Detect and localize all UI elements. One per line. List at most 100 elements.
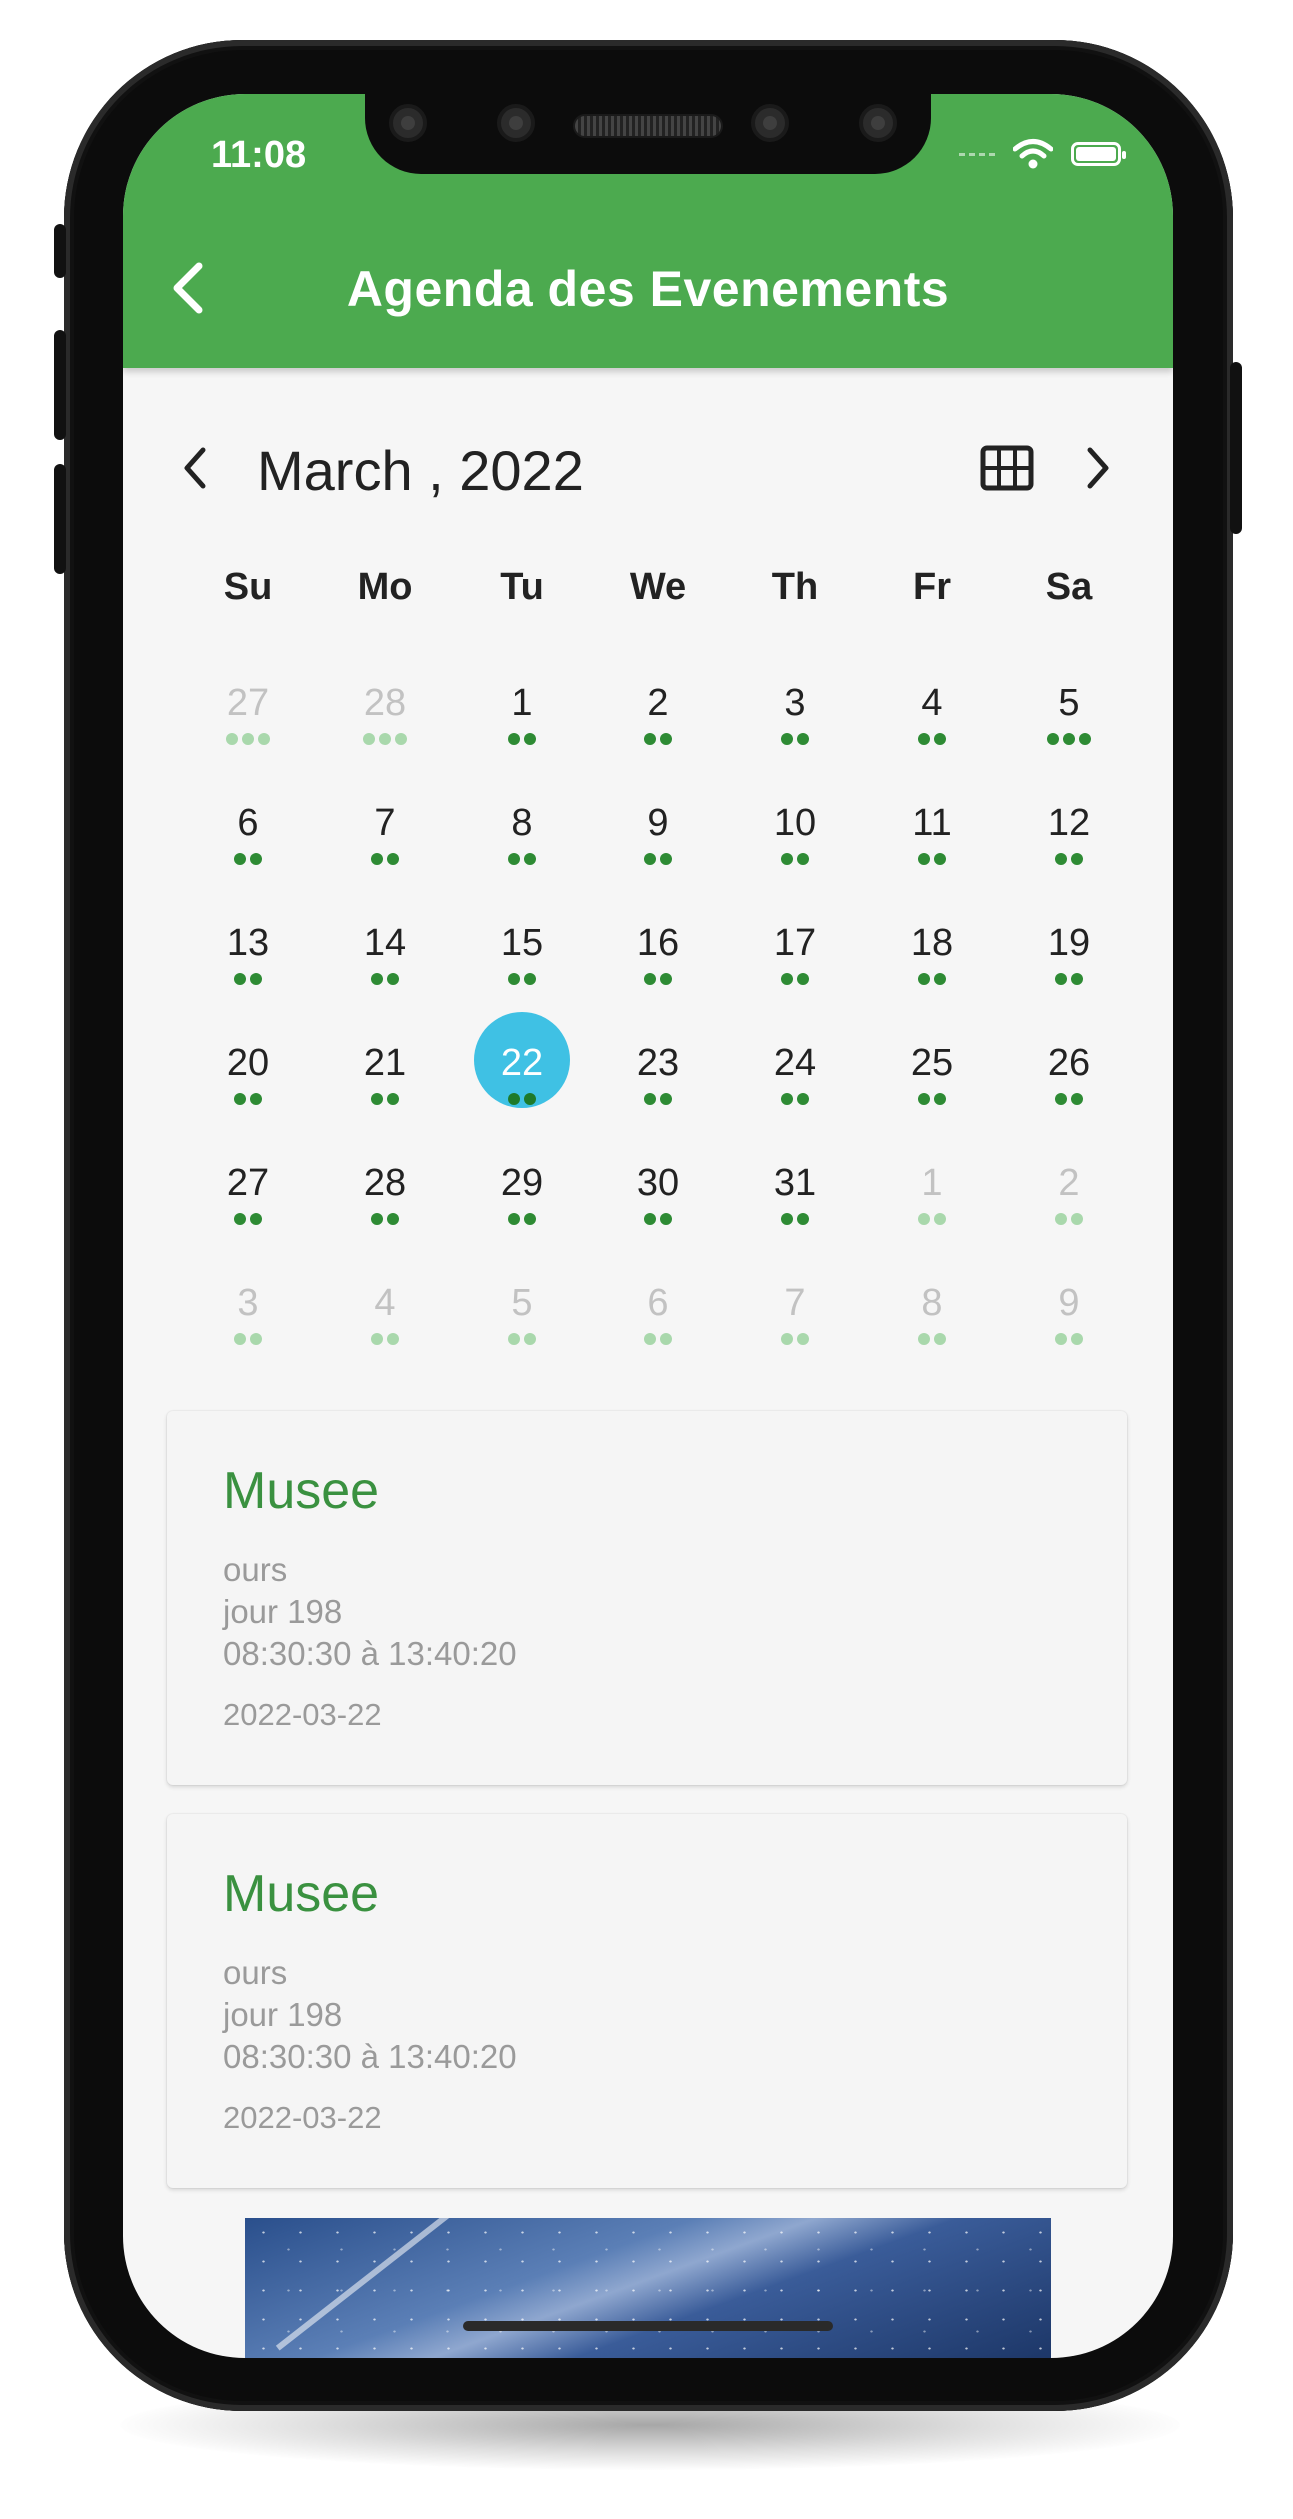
event-dot [1063, 733, 1075, 745]
day-number: 2 [647, 682, 669, 724]
event-dot [371, 1093, 383, 1105]
event-dot [660, 1333, 672, 1345]
event-markers [872, 1332, 992, 1350]
day-number: 13 [226, 922, 270, 964]
day-number: 14 [363, 922, 407, 964]
calendar-day[interactable]: 29 [462, 1162, 582, 1272]
calendar-day[interactable]: 24 [735, 1042, 855, 1152]
calendar-day[interactable]: 9 [1009, 1282, 1129, 1392]
day-number: 25 [910, 1042, 954, 1084]
calendar-day[interactable]: 7 [735, 1282, 855, 1392]
event-dot [250, 853, 262, 865]
calendar-day[interactable]: 25 [872, 1042, 992, 1152]
event-dot [780, 973, 793, 985]
event-dot [258, 733, 270, 745]
power-button [1230, 362, 1242, 534]
calendar-day[interactable]: 12 [1009, 802, 1129, 912]
day-number: 11 [912, 802, 952, 844]
calendar-day[interactable]: 13 [188, 922, 308, 1032]
event-dot [918, 1213, 930, 1225]
calendar-day[interactable]: 28 [325, 1162, 445, 1272]
calendar-day[interactable]: 2 [1009, 1162, 1129, 1272]
event-markers [1009, 972, 1129, 990]
day-number: 26 [1047, 1042, 1091, 1084]
day-number: 27 [226, 682, 270, 724]
event-card[interactable]: Musee ours jour 198 08:30:30 à 13:40:20 … [167, 1411, 1127, 1785]
calendar-day[interactable]: 4 [325, 1282, 445, 1392]
event-dot [524, 1333, 536, 1345]
event-dot [250, 1093, 262, 1105]
event-dot [660, 733, 672, 745]
day-number: 18 [910, 922, 954, 964]
event-dot [524, 1093, 536, 1105]
calendar-day[interactable]: 9 [598, 802, 718, 912]
event-markers [1009, 852, 1129, 870]
event-image[interactable] [245, 2218, 1051, 2358]
day-number: 21 [363, 1042, 407, 1084]
event-markers [872, 1212, 992, 1230]
event-card[interactable]: Musee ours jour 198 08:30:30 à 13:40:20 … [167, 1814, 1127, 2188]
event-markers [735, 1332, 855, 1350]
event-dot [934, 853, 946, 865]
calendar-day[interactable]: 11 [872, 802, 992, 912]
calendar-day[interactable]: 3 [735, 682, 855, 792]
page-title: Agenda des Evenements [346, 261, 950, 317]
calendar-day[interactable]: 1 [872, 1162, 992, 1272]
calendar-day[interactable]: 8 [462, 802, 582, 912]
event-dot [934, 1333, 946, 1345]
calendar-day[interactable]: 19 [1009, 922, 1129, 1032]
event-time-range: 08:30:30 à 13:40:20 [223, 1635, 517, 1672]
day-number: 7 [374, 802, 396, 844]
event-dot [1071, 1093, 1083, 1105]
day-number: 8 [511, 802, 533, 844]
calendar-day[interactable]: 10 [735, 802, 855, 912]
calendar-day[interactable]: 30 [598, 1162, 718, 1272]
calendar-day[interactable]: 14 [325, 922, 445, 1032]
event-markers [1009, 1092, 1129, 1110]
calendar-day[interactable]: 31 [735, 1162, 855, 1272]
calendar-day[interactable]: 27 [188, 682, 308, 792]
event-dot [934, 1213, 946, 1225]
event-markers [325, 1092, 445, 1110]
event-dot [780, 853, 793, 865]
calendar-day[interactable]: 16 [598, 922, 718, 1032]
calendar-day[interactable]: 7 [325, 802, 445, 912]
calendar-day[interactable]: 4 [872, 682, 992, 792]
calendar-day-selected[interactable]: 22 [462, 1012, 582, 1152]
event-dot [660, 1093, 672, 1105]
day-number: 6 [237, 802, 259, 844]
calendar-day[interactable]: 26 [1009, 1042, 1129, 1152]
calendar-day[interactable]: 17 [735, 922, 855, 1032]
day-number: 24 [773, 1042, 817, 1084]
event-markers [872, 1092, 992, 1110]
event-subtitle: ours [223, 1551, 288, 1588]
event-markers [325, 852, 445, 870]
event-dot [250, 1333, 262, 1345]
calendar-day[interactable]: 21 [325, 1042, 445, 1152]
home-indicator[interactable] [463, 2321, 833, 2331]
event-dot [1055, 1213, 1067, 1225]
event-dot [796, 1093, 809, 1105]
calendar-day[interactable]: 5 [462, 1282, 582, 1392]
calendar-day[interactable]: 1 [462, 682, 582, 792]
day-number: 19 [1047, 922, 1091, 964]
calendar-day[interactable]: 18 [872, 922, 992, 1032]
event-markers [325, 972, 445, 990]
calendar-day[interactable]: 8 [872, 1282, 992, 1392]
event-markers [325, 1212, 445, 1230]
event-dot [918, 733, 930, 745]
calendar-day[interactable]: 23 [598, 1042, 718, 1152]
event-markers [462, 732, 582, 750]
calendar-day[interactable]: 3 [188, 1282, 308, 1392]
calendar-day[interactable]: 2 [598, 682, 718, 792]
event-dot [387, 973, 399, 985]
calendar-day[interactable]: 6 [188, 802, 308, 912]
calendar-day[interactable]: 6 [598, 1282, 718, 1392]
calendar-day[interactable]: 28 [325, 682, 445, 792]
calendar-day[interactable]: 5 [1009, 682, 1129, 792]
event-markers [1009, 1212, 1129, 1230]
calendar-day[interactable]: 20 [188, 1042, 308, 1152]
event-dot [660, 853, 672, 865]
calendar-day[interactable]: 27 [188, 1162, 308, 1272]
event-dot [508, 1333, 520, 1345]
